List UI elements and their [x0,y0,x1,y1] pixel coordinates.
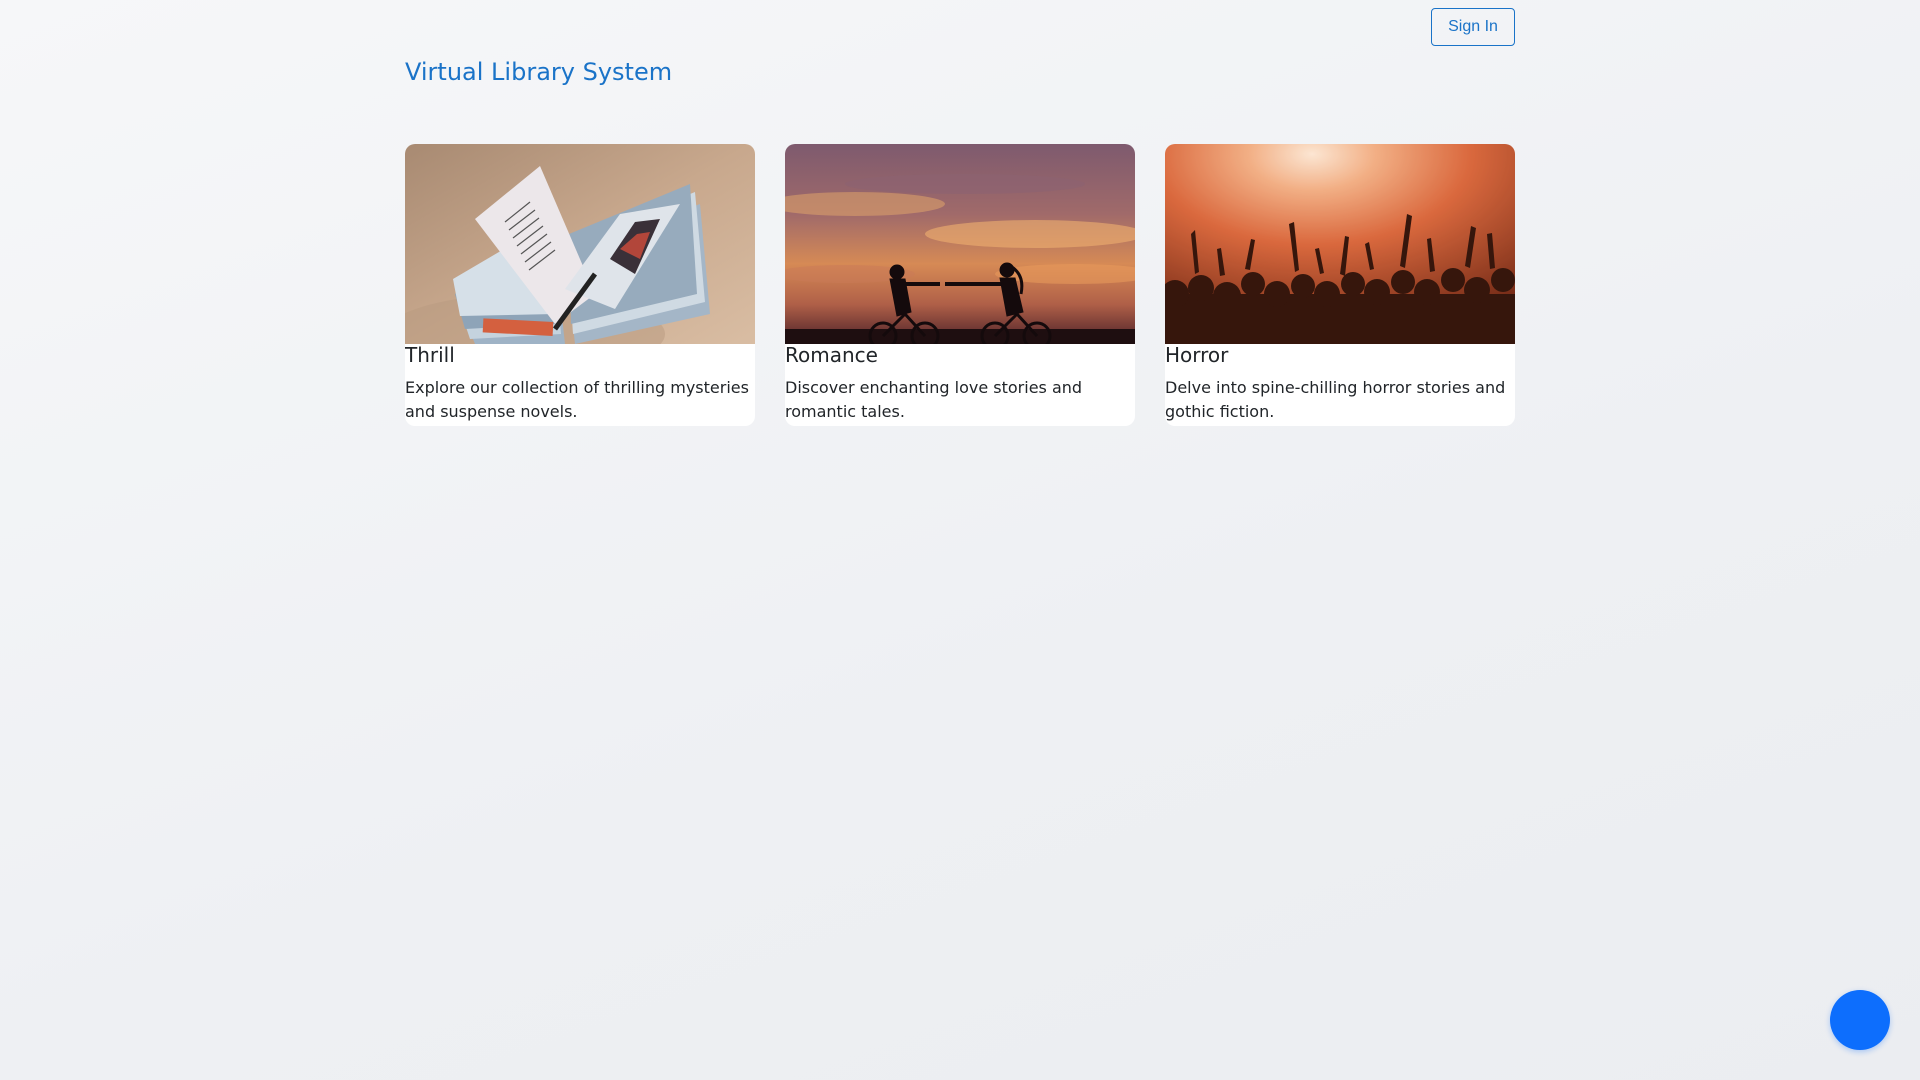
card-description: Discover enchanting love stories and rom… [785,378,1083,421]
card-horror[interactable]: Horror Delve into spine-chilling horror … [1165,144,1515,426]
card-title: Thrill [405,343,455,367]
concert-crowd-image [1165,144,1515,344]
card-description: Delve into spine-chilling horror stories… [1165,378,1506,421]
card-romance[interactable]: Romance Discover enchanting love stories… [785,144,1135,426]
chat-bubble-icon[interactable] [1830,990,1890,1050]
page-title: Virtual Library System [405,58,673,86]
genre-cards: Thrill Explore our collection of thrilli… [405,144,1515,426]
card-title: Romance [785,343,878,367]
open-book-image [405,144,755,344]
romance-card-image [785,144,1135,344]
sunset-cyclists-image [785,144,1135,344]
card-description: Explore our collection of thrilling myst… [405,378,749,421]
card-title: Horror [1165,343,1229,367]
card-thrill[interactable]: Thrill Explore our collection of thrilli… [405,144,755,426]
horror-card-image [1165,144,1515,344]
thrill-card-image [405,144,755,344]
signin-button[interactable]: Sign In [1431,8,1515,46]
